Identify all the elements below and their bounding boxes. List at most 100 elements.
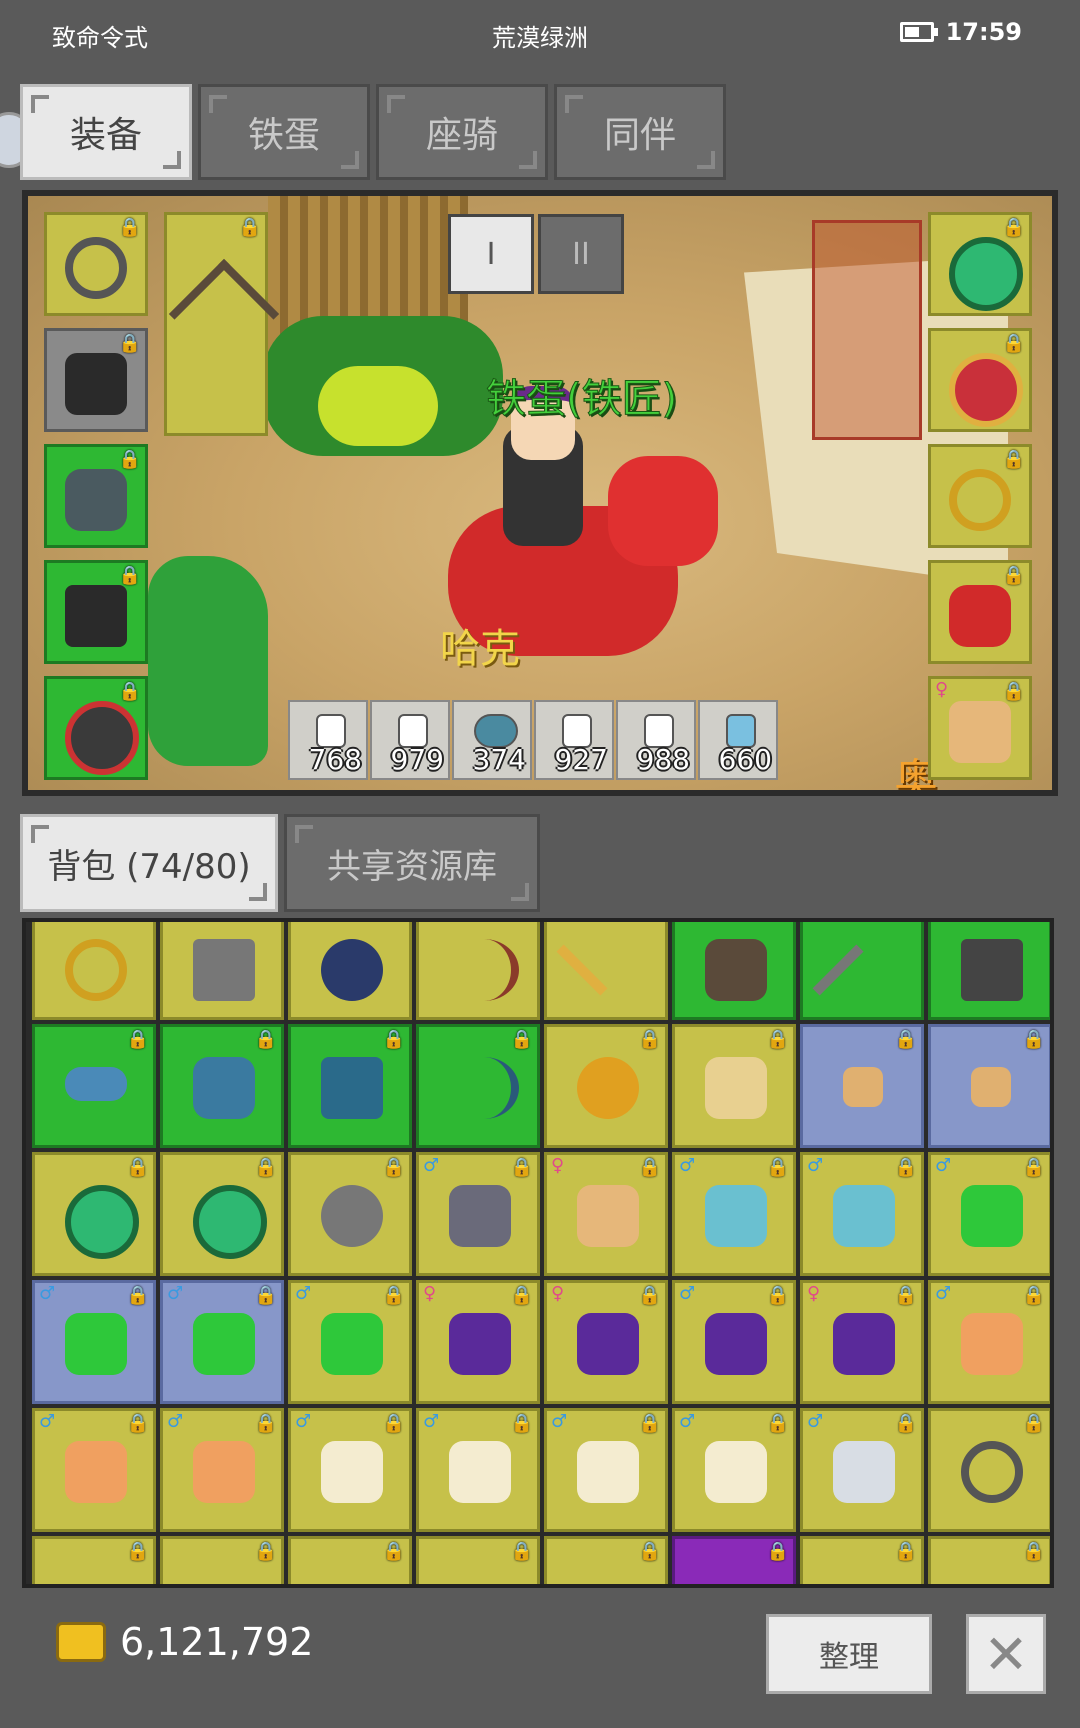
potion-slot[interactable]: 927 xyxy=(534,700,614,780)
tab-backpack[interactable]: 背包 (74/80) xyxy=(20,814,278,912)
bag-slot[interactable]: 🔒 xyxy=(160,1024,284,1148)
page-button-1[interactable]: I xyxy=(448,214,534,294)
bag-slot[interactable]: ♀ 🔒 xyxy=(544,1280,668,1404)
equip-slot-boots[interactable]: 🔒 xyxy=(44,560,148,664)
potion-slot[interactable]: 979 xyxy=(370,700,450,780)
bag-slot[interactable]: 🔒 xyxy=(928,1536,1050,1584)
bag-slot[interactable]: 🔒 xyxy=(416,1536,540,1584)
female-icon: ♀ xyxy=(935,679,949,700)
bag-slot[interactable]: 🔒 xyxy=(800,1024,924,1148)
bag-slot[interactable] xyxy=(416,922,540,1020)
blue-belt-icon xyxy=(65,1067,127,1101)
emerald-amulet-icon xyxy=(949,237,1023,311)
bag-slot[interactable]: 🔒 xyxy=(32,1024,156,1148)
potion-slot[interactable]: 768 xyxy=(288,700,368,780)
equip-slot-gloves[interactable]: 🔒 xyxy=(44,444,148,548)
bag-slot[interactable]: ♂ 🔒 xyxy=(672,1408,796,1532)
equip-slot-ring[interactable]: 🔒 xyxy=(928,328,1032,432)
bag-slot[interactable]: ♀ 🔒 xyxy=(800,1280,924,1404)
lock-icon: 🔒 xyxy=(382,1541,405,1562)
bag-slot[interactable]: 🔒 xyxy=(288,1152,412,1276)
bag-slot[interactable] xyxy=(928,922,1050,1020)
equip-slot-necklace[interactable]: 🔒 xyxy=(44,212,148,316)
bag-slot[interactable]: ♂ 🔒 xyxy=(544,1408,668,1532)
equip-slot-earring[interactable]: 🔒 xyxy=(928,444,1032,548)
equip-slot-belt[interactable]: 🔒 xyxy=(44,676,148,780)
potion-slot[interactable]: 988 xyxy=(616,700,696,780)
page-button-2[interactable]: II xyxy=(538,214,624,294)
equip-slot-weapon[interactable]: 🔒 xyxy=(164,212,280,436)
bag-slot[interactable]: 🔒 xyxy=(928,1408,1050,1532)
bag-slot[interactable]: 🔒 xyxy=(288,1024,412,1148)
bag-slot[interactable]: 🔒 xyxy=(928,1024,1050,1148)
bag-slot[interactable]: ♂ 🔒 xyxy=(288,1408,412,1532)
bag-slot[interactable]: ♂ 🔒 xyxy=(672,1280,796,1404)
bag-slot[interactable] xyxy=(800,922,924,1020)
bag-slot[interactable]: ♂ 🔒 xyxy=(160,1408,284,1532)
tab-tiedan[interactable]: 铁蛋 xyxy=(198,84,370,180)
snake-pet-icon xyxy=(961,1185,1023,1247)
bag-slot[interactable]: ♂ 🔒 xyxy=(32,1280,156,1404)
bag-slot[interactable]: ♂ 🔒 xyxy=(32,1408,156,1532)
bag-slot[interactable] xyxy=(32,922,156,1020)
bag-slot[interactable] xyxy=(672,922,796,1020)
lock-icon: 🔒 xyxy=(126,1413,149,1434)
bag-slot[interactable]: 🔒 xyxy=(672,1536,796,1584)
female-icon: ♀ xyxy=(423,1283,437,1304)
bag-slot[interactable] xyxy=(544,922,668,1020)
snake-pet-icon xyxy=(321,1313,383,1375)
bag-slot[interactable]: 🔒 xyxy=(800,1536,924,1584)
battery-icon xyxy=(899,22,938,42)
bush-flowers xyxy=(318,366,438,446)
clock-area: 17:59 xyxy=(899,18,1022,46)
lock-icon: 🔒 xyxy=(894,1541,917,1562)
tab-shared-storage[interactable]: 共享资源库 xyxy=(284,814,540,912)
bag-slot[interactable]: 🔒 xyxy=(32,1536,156,1584)
equip-slot-pet[interactable]: ♀ 🔒 xyxy=(928,676,1032,780)
chest-mimic-pet-icon xyxy=(705,1313,767,1375)
lock-icon: 🔒 xyxy=(766,1413,789,1434)
goat-pet-icon xyxy=(577,1441,639,1503)
bag-slot[interactable]: ♂ 🔒 xyxy=(416,1408,540,1532)
lock-icon: 🔒 xyxy=(638,1285,661,1306)
lock-icon: 🔒 xyxy=(254,1541,277,1562)
bag-slot[interactable]: ♀ 🔒 xyxy=(416,1280,540,1404)
bag-slot[interactable]: 🔒 xyxy=(544,1536,668,1584)
bag-slot[interactable]: 🔒 xyxy=(544,1024,668,1148)
bag-slot[interactable]: ♂ 🔒 xyxy=(800,1152,924,1276)
bag-slot[interactable] xyxy=(160,922,284,1020)
equip-slot-amulet[interactable]: 🔒 xyxy=(928,212,1032,316)
bag-slot[interactable]: ♀ 🔒 xyxy=(544,1152,668,1276)
bag-slot[interactable]: ♂ 🔒 xyxy=(160,1280,284,1404)
tab-equipment[interactable]: 装备 xyxy=(20,84,192,180)
potion-slot[interactable]: 374 xyxy=(452,700,532,780)
bag-slot[interactable]: 🔒 xyxy=(672,1024,796,1148)
bag-slot[interactable]: 🔒 xyxy=(160,1152,284,1276)
lock-icon: 🔒 xyxy=(118,681,141,702)
tab-companion[interactable]: 同伴 xyxy=(554,84,726,180)
orange-bird-pet-icon xyxy=(961,1313,1023,1375)
glove-icon xyxy=(705,939,767,1001)
bag-slot[interactable]: 🔒 xyxy=(416,1024,540,1148)
tab-mount[interactable]: 座骑 xyxy=(376,84,548,180)
bag-slot[interactable]: ♂ 🔒 xyxy=(800,1408,924,1532)
bag-slot[interactable]: ♂ 🔒 xyxy=(928,1280,1050,1404)
male-icon: ♂ xyxy=(167,1283,184,1304)
bag-slot[interactable]: 🔒 xyxy=(160,1536,284,1584)
lock-icon: 🔒 xyxy=(510,1157,533,1178)
close-button[interactable]: ✕ xyxy=(966,1614,1046,1694)
bag-slot[interactable]: 🔒 xyxy=(288,1536,412,1584)
potion-slot[interactable]: 660 xyxy=(698,700,778,780)
bag-slot[interactable]: 🔒 xyxy=(32,1152,156,1276)
equip-slot-mount[interactable]: 🔒 xyxy=(928,560,1032,664)
blue-bow-icon xyxy=(449,1057,519,1119)
bag-slot[interactable] xyxy=(288,922,412,1020)
equip-slot-armor[interactable]: 🔒 xyxy=(44,328,148,432)
sort-button[interactable]: 整理 xyxy=(766,1614,932,1694)
bag-slot[interactable]: ♂ 🔒 xyxy=(288,1280,412,1404)
bag-slot[interactable]: ♂ 🔒 xyxy=(416,1152,540,1276)
bag-slot[interactable]: ♂ 🔒 xyxy=(928,1152,1050,1276)
male-icon: ♂ xyxy=(935,1155,952,1176)
potion-bar: 768 979 374 927 988 660 xyxy=(288,700,778,780)
bag-slot[interactable]: ♂ 🔒 xyxy=(672,1152,796,1276)
